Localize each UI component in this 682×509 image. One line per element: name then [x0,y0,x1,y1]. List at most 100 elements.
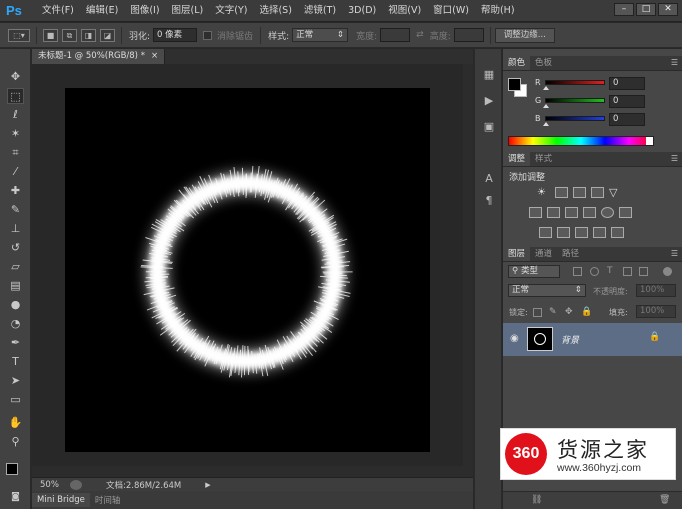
blue-slider[interactable] [545,116,605,121]
style-select[interactable]: 正常 ⇕ [292,28,349,42]
hue-saturation-icon[interactable] [529,207,542,218]
foreground-color-swatch[interactable] [6,463,18,475]
refine-edge-button[interactable]: 调整边缘... [494,27,555,43]
pen-tool-icon[interactable]: ✒ [7,335,24,351]
menu-edit[interactable]: 编辑(E) [80,0,124,22]
menu-type[interactable]: 文字(Y) [209,0,253,22]
quick-mask-icon[interactable]: ◙ [7,489,24,505]
selective-color-icon[interactable] [593,227,606,238]
tab-adjustments[interactable]: 调整 [503,152,531,166]
horizontal-scrollbar[interactable] [32,466,463,477]
image-canvas[interactable] [65,88,430,452]
actions-panel-icon[interactable]: ▶ [481,93,497,108]
clone-stamp-icon[interactable]: ⊥ [7,221,24,237]
healing-brush-icon[interactable]: ✚ [7,183,24,199]
panel-menu-icon[interactable]: ☰ [671,154,678,163]
posterize-icon[interactable] [557,227,570,238]
layer-row-background[interactable]: ◉ 背景 🔒 [503,323,682,356]
threshold-icon[interactable] [575,227,588,238]
color-spectrum-bar[interactable] [508,136,654,146]
blue-slider-thumb[interactable] [543,122,549,126]
channel-mixer-icon[interactable] [601,207,614,218]
menu-window[interactable]: 窗口(W) [427,0,475,22]
spectrum-white-swatch[interactable] [646,137,653,145]
eraser-tool-icon[interactable]: ▱ [7,259,24,275]
tab-swatches[interactable]: 色板 [530,56,557,70]
red-value-input[interactable]: 0 [609,77,645,90]
shape-tool-icon[interactable]: ▭ [7,392,24,408]
dodge-tool-icon[interactable]: ◔ [7,316,24,332]
character-panel-icon[interactable]: A [481,171,497,186]
height-input[interactable] [453,28,484,42]
color-lookup-icon[interactable] [619,207,632,218]
panel-menu-icon[interactable]: ☰ [671,249,678,258]
new-selection-icon[interactable]: ■ [43,28,58,42]
antialias-checkbox[interactable] [203,30,213,40]
tab-paths[interactable]: 路径 [557,247,584,261]
brightness-contrast-icon[interactable]: ☀ [537,187,550,198]
history-panel-icon[interactable]: ▦ [481,67,497,82]
filter-adjustment-icon[interactable] [590,267,599,276]
red-slider-thumb[interactable] [543,86,549,90]
marquee-tool-icon[interactable]: ⬚ [7,88,24,104]
delete-layer-icon[interactable]: 🗑 [659,495,670,505]
lock-position-icon[interactable]: ✥ [565,308,574,317]
zoom-tool-icon[interactable]: ⚲ [7,434,24,450]
vibrance-icon[interactable]: ▽ [609,187,622,198]
paragraph-panel-icon[interactable]: ¶ [481,193,497,208]
menu-select[interactable]: 选择(S) [253,0,297,22]
history-brush-icon[interactable]: ↺ [7,240,24,256]
fill-input[interactable]: 100% [636,305,676,318]
info-panel-icon[interactable]: ▣ [481,119,497,134]
filter-type-icon[interactable]: T [607,267,616,276]
green-slider[interactable] [545,98,605,103]
lasso-tool-icon[interactable]: ℓ [7,107,24,123]
eyedropper-icon[interactable]: ⁄ [7,164,24,180]
opacity-input[interactable]: 100% [636,284,676,297]
tab-channels[interactable]: 通道 [530,247,557,261]
blend-mode-select[interactable]: 正常 ⇕ [508,284,586,297]
menu-3d[interactable]: 3D(D) [342,0,382,22]
type-tool-icon[interactable]: T [7,354,24,370]
lock-all-icon[interactable]: 🔒 [581,308,592,317]
zoom-level[interactable]: 50% [40,480,70,490]
width-input[interactable] [380,28,411,42]
tab-layers[interactable]: 图层 [503,247,531,261]
photo-filter-icon[interactable] [583,207,596,218]
path-select-icon[interactable]: ➤ [7,373,24,389]
red-slider[interactable] [545,80,605,85]
tab-timeline[interactable]: 时间轴 [90,494,126,506]
menu-layer[interactable]: 图层(L) [166,0,210,22]
gradient-tool-icon[interactable]: ▤ [7,278,24,294]
filter-shape-icon[interactable] [623,267,632,276]
document-tab[interactable]: 未标题-1 @ 50%(RGB/8) * × [32,49,166,64]
menu-filter[interactable]: 滤镜(T) [298,0,342,22]
close-button[interactable]: ✕ [658,3,678,16]
menu-file[interactable]: 文件(F) [36,0,80,22]
panel-menu-icon[interactable]: ☰ [671,58,678,67]
exposure-icon[interactable] [591,187,604,198]
vertical-scrollbar[interactable] [463,64,473,477]
filter-pixel-icon[interactable] [573,267,582,276]
tab-styles[interactable]: 样式 [530,152,557,166]
menu-help[interactable]: 帮助(H) [475,0,521,22]
tab-mini-bridge[interactable]: Mini Bridge [32,493,90,507]
close-tab-icon[interactable]: × [151,49,158,64]
crop-tool-icon[interactable]: ⌗ [7,145,24,161]
blur-tool-icon[interactable]: ● [7,297,24,313]
restore-button[interactable]: □ [636,3,656,16]
menu-image[interactable]: 图像(I) [124,0,165,22]
swap-icon[interactable]: ⇄ [416,30,424,40]
magic-wand-icon[interactable]: ✶ [7,126,24,142]
levels-icon[interactable] [555,187,568,198]
gradient-map-icon[interactable] [611,227,624,238]
layer-filter-select[interactable]: ⚲ 类型 [508,265,560,278]
invert-icon[interactable] [539,227,552,238]
color-balance-icon[interactable] [547,207,560,218]
black-white-icon[interactable] [565,207,578,218]
filter-smart-icon[interactable] [639,267,648,276]
tool-preset-icon[interactable]: ⬚▾ [8,28,30,42]
intersect-selection-icon[interactable]: ◪ [100,28,115,42]
green-slider-thumb[interactable] [543,104,549,108]
eye-visibility-icon[interactable]: ◉ [510,333,519,344]
